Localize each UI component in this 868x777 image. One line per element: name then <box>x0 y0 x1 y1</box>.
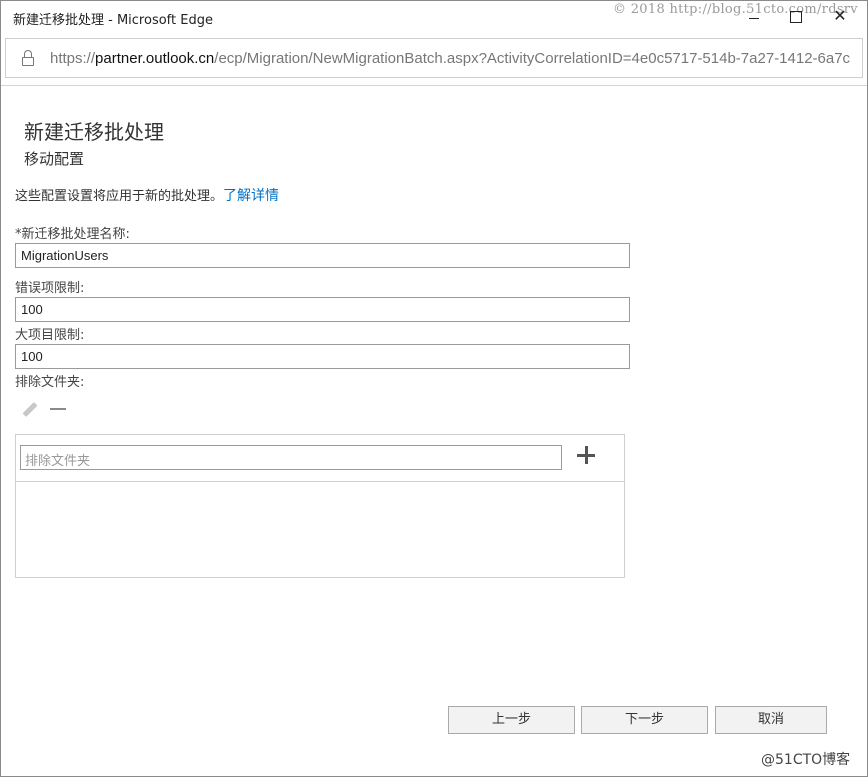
exclude-folders-label: 排除文件夹: <box>15 375 85 390</box>
title-bar: 新建迁移批处理 - Microsoft Edge © 2018 http://b… <box>1 1 867 33</box>
large-item-limit-input[interactable]: 100 <box>15 344 630 369</box>
learn-more-link[interactable]: 了解详情 <box>223 188 279 204</box>
exclude-folders-panel: 排除文件夹 <box>15 434 625 578</box>
window-title: 新建迁移批处理 - Microsoft Edge <box>13 13 213 28</box>
lock-icon <box>22 50 34 66</box>
footer-watermark: @51CTO博客 <box>761 752 851 768</box>
batch-name-input[interactable]: MigrationUsers <box>15 243 630 268</box>
browser-window: 新建迁移批处理 - Microsoft Edge © 2018 http://b… <box>0 0 868 777</box>
watermark-text: © 2018 http://blog.51cto.com/rdsrv <box>613 2 858 17</box>
minimize-icon[interactable] <box>741 5 767 27</box>
maximize-icon[interactable] <box>782 5 808 27</box>
batch-name-label: *新迁移批处理名称: <box>15 227 130 242</box>
url-scheme: https:// <box>50 50 96 67</box>
remove-minus-icon[interactable] <box>49 400 67 418</box>
url-text[interactable]: https://partner.outlook.cn/ecp/Migration… <box>50 50 858 67</box>
bad-item-limit-input[interactable]: 100 <box>15 297 630 322</box>
large-item-limit-label: 大项目限制: <box>15 328 85 343</box>
description-text: 这些配置设置将应用于新的批处理。 <box>15 189 224 204</box>
bad-item-limit-label: 错误项限制: <box>15 281 85 296</box>
page-subtitle: 移动配置 <box>24 150 85 168</box>
next-button[interactable]: 下一步 <box>581 706 708 734</box>
cancel-button[interactable]: 取消 <box>715 706 827 734</box>
exclude-folders-header: 排除文件夹 <box>16 435 624 482</box>
close-icon[interactable]: ✕ <box>827 5 853 27</box>
prev-button[interactable]: 上一步 <box>448 706 575 734</box>
exclude-folder-input[interactable]: 排除文件夹 <box>20 445 562 470</box>
url-host: partner.outlook.cn <box>95 50 215 67</box>
edit-pencil-icon[interactable] <box>18 400 40 418</box>
dialog-content: 新建迁移批处理 移动配置 这些配置设置将应用于新的批处理。了解详情 *新迁移批处… <box>1 85 867 777</box>
page-title: 新建迁移批处理 <box>24 120 164 144</box>
add-plus-icon[interactable] <box>577 445 597 465</box>
description: 这些配置设置将应用于新的批处理。了解详情 <box>15 185 279 205</box>
address-bar[interactable]: https://partner.outlook.cn/ecp/Migration… <box>5 38 863 78</box>
url-path: /ecp/Migration/NewMigrationBatch.aspx?Ac… <box>214 50 851 67</box>
